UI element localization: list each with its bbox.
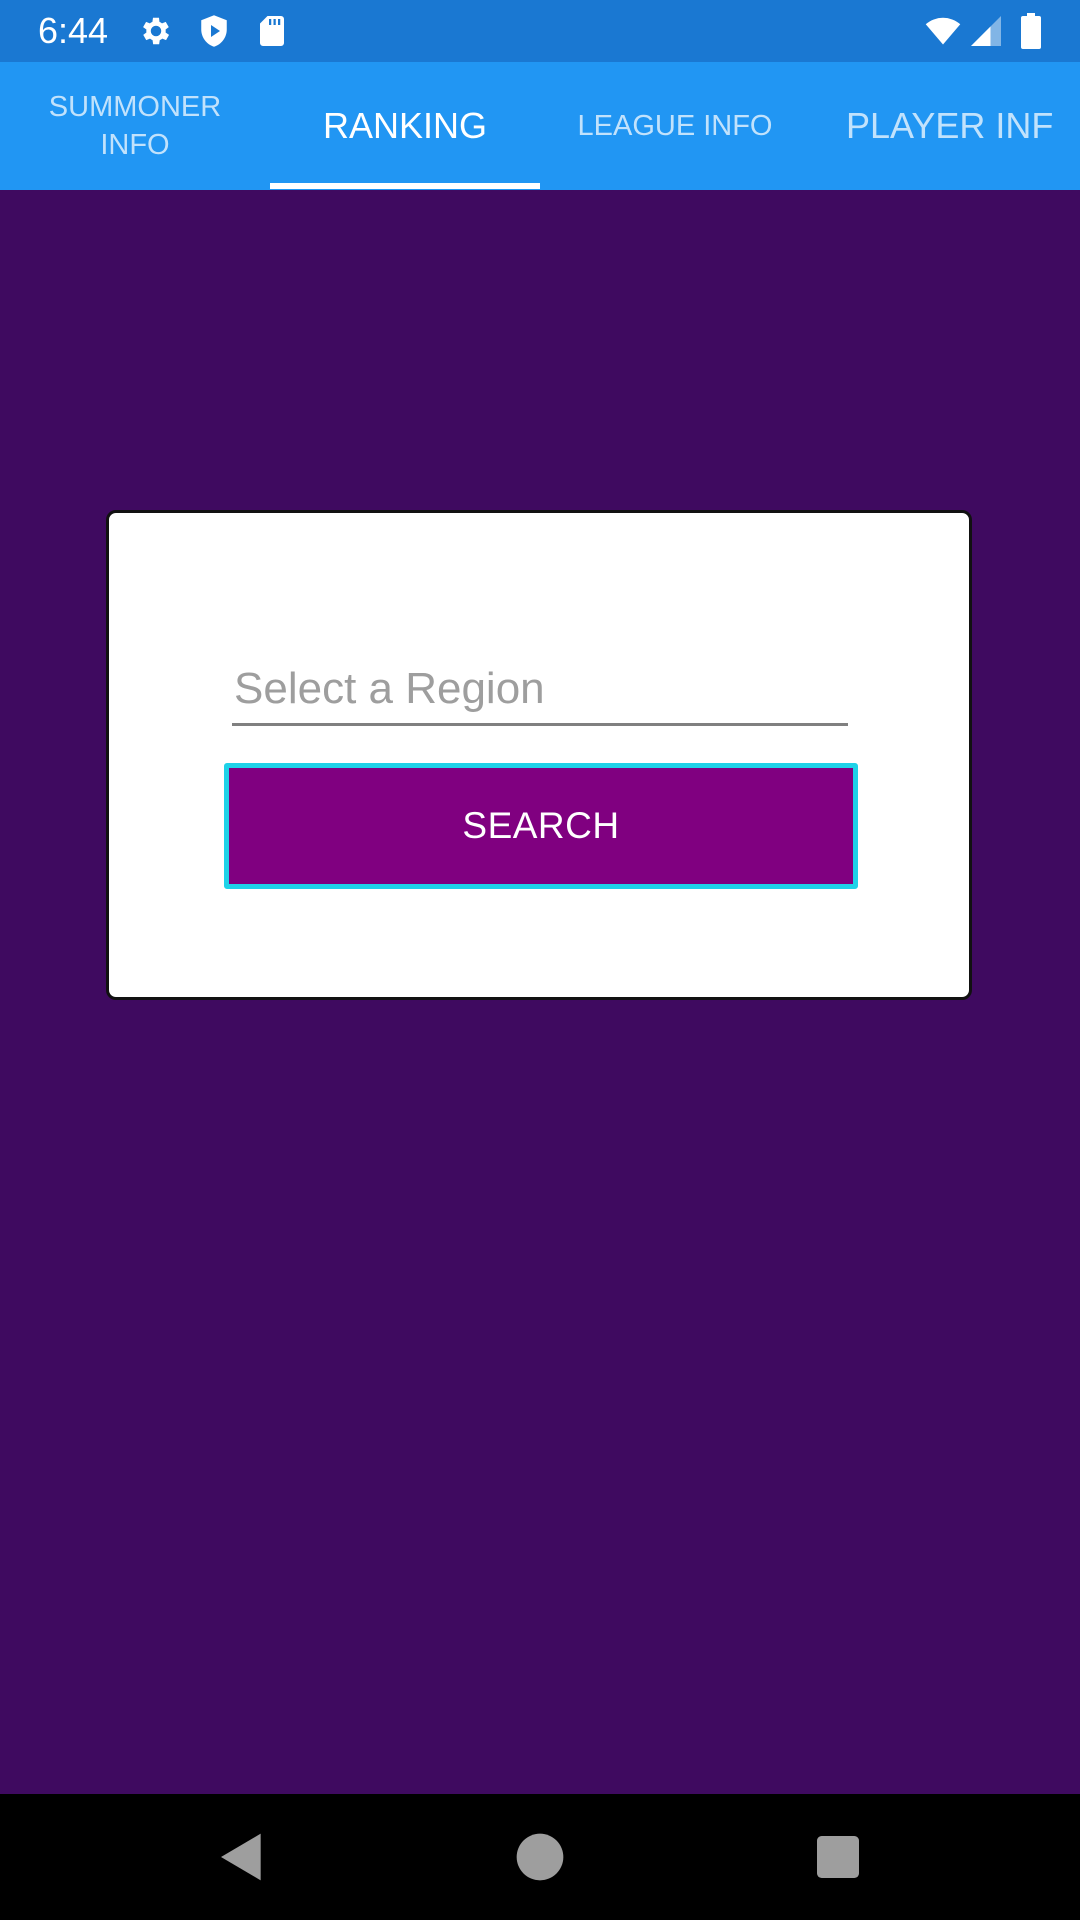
battery-icon [1014, 13, 1048, 49]
back-icon[interactable] [214, 1829, 270, 1885]
status-time: 6:44 [38, 10, 109, 51]
sd-card-icon [254, 13, 290, 49]
tab-indicator [270, 183, 540, 189]
search-card [106, 510, 972, 1000]
app-screen: 6:44 SUMMONER INFO RANKING LEAGUE INFO P… [0, 0, 1080, 1920]
search-button[interactable]: SEARCH [224, 763, 858, 889]
tab-summoner-info[interactable]: SUMMONER INFO [0, 62, 270, 190]
home-icon[interactable] [512, 1829, 568, 1885]
tab-league-info[interactable]: LEAGUE INFO [540, 62, 810, 190]
tab-ranking[interactable]: RANKING [270, 62, 540, 190]
navigation-bar [0, 1794, 1080, 1920]
wifi-icon [922, 13, 964, 49]
shield-play-icon [196, 13, 232, 49]
recents-icon[interactable] [810, 1829, 866, 1885]
tab-bar: SUMMONER INFO RANKING LEAGUE INFO PLAYER… [0, 62, 1080, 190]
gear-icon [138, 13, 174, 49]
region-select-input[interactable] [232, 654, 848, 726]
status-bar: 6:44 [0, 0, 1080, 62]
tab-player-info[interactable]: PLAYER INF [810, 62, 1080, 190]
cell-signal-icon [968, 13, 1004, 49]
